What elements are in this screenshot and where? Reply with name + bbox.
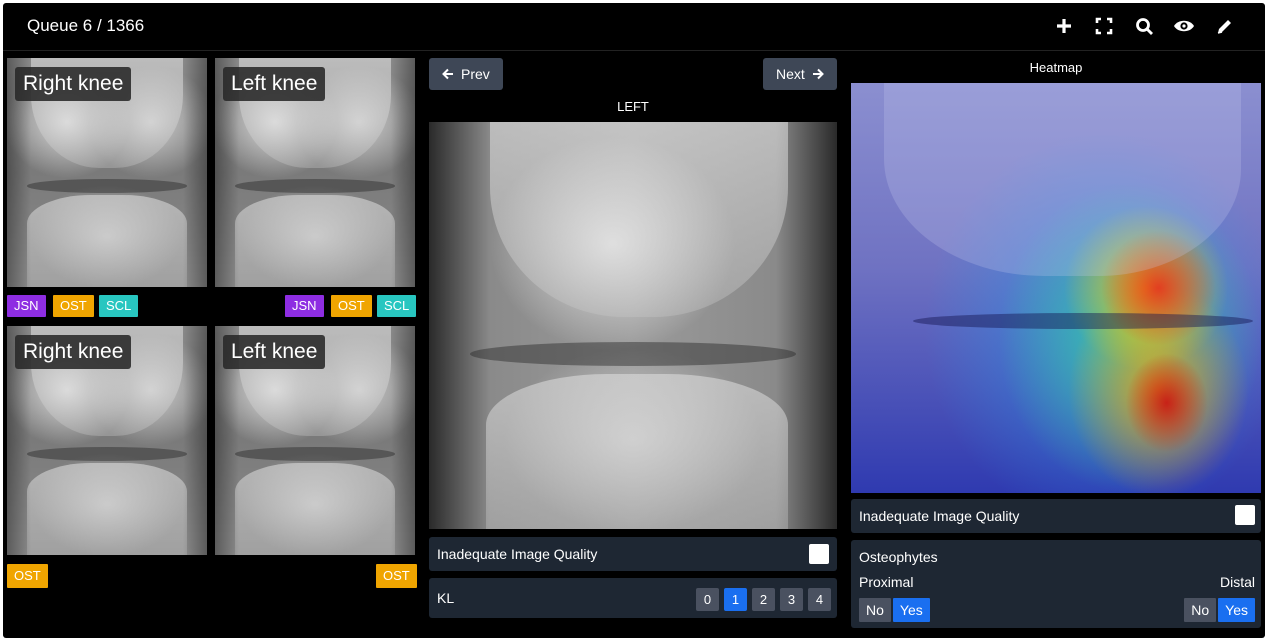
- kl-grade-4[interactable]: 4: [808, 588, 831, 611]
- jsn-tag[interactable]: JSN: [7, 295, 46, 317]
- main-xray-image[interactable]: [429, 122, 837, 529]
- prev-button[interactable]: Prev: [429, 58, 503, 90]
- distal-no-button[interactable]: No: [1184, 598, 1217, 622]
- proximal-toggle: No Yes: [859, 598, 930, 622]
- heatmap-title: Heatmap: [1029, 60, 1083, 75]
- scl-tag[interactable]: SCL: [99, 295, 139, 317]
- eye-icon[interactable]: [1173, 15, 1195, 37]
- kl-grade-selector: 0 1 2 3 4: [696, 588, 831, 611]
- heatmap-quality-panel: Inadequate Image Quality: [851, 499, 1261, 533]
- proximal-label: Proximal: [859, 574, 914, 590]
- ost-tag[interactable]: OST: [53, 295, 94, 317]
- prev-label: Prev: [461, 66, 490, 82]
- ost-tag[interactable]: OST: [376, 564, 417, 588]
- proximal-no-button[interactable]: No: [859, 598, 891, 622]
- kl-grade-0[interactable]: 0: [696, 588, 719, 611]
- osteophytes-panel: Osteophytes Proximal Distal No Yes No Ye…: [851, 540, 1261, 628]
- jsn-tag[interactable]: JSN: [285, 295, 324, 317]
- kl-grade-3[interactable]: 3: [780, 588, 803, 611]
- scl-tag[interactable]: SCL: [377, 295, 417, 317]
- kl-grade-2[interactable]: 2: [752, 588, 775, 611]
- thumbnail-left-knee-1[interactable]: Left knee: [215, 58, 415, 287]
- distal-toggle: No Yes: [1184, 598, 1255, 622]
- distal-label: Distal: [1219, 574, 1255, 590]
- quality-label: Inadequate Image Quality: [437, 546, 598, 562]
- queue-counter: Queue 6 / 1366: [27, 16, 145, 35]
- thumbnail-right-knee-2[interactable]: Right knee: [7, 326, 207, 555]
- heatmap-quality-label: Inadequate Image Quality: [859, 508, 1020, 524]
- thumbnail-label: Left knee: [223, 67, 326, 101]
- app-window: Queue 6 / 1366 Right knee Left knee JSN …: [3, 3, 1265, 638]
- thumbnail-right-knee-1[interactable]: Right knee: [7, 58, 207, 287]
- distal-yes-button[interactable]: Yes: [1218, 598, 1255, 622]
- proximal-yes-button[interactable]: Yes: [892, 598, 930, 622]
- quality-checkbox[interactable]: [809, 544, 829, 564]
- kl-grade-1[interactable]: 1: [724, 588, 747, 611]
- kl-label: KL: [437, 590, 455, 606]
- side-label: LEFT: [617, 99, 649, 114]
- search-icon[interactable]: [1133, 15, 1155, 37]
- thumbnail-label: Right knee: [15, 67, 132, 101]
- kl-panel: KL 0 1 2 3 4: [429, 578, 837, 618]
- fullscreen-icon[interactable]: [1093, 15, 1115, 37]
- osteophytes-label: Osteophytes: [859, 549, 938, 565]
- ost-tag[interactable]: OST: [7, 564, 48, 588]
- toolbar: [1053, 15, 1235, 37]
- thumbnail-label: Right knee: [15, 335, 132, 369]
- heatmap-quality-checkbox[interactable]: [1235, 505, 1255, 525]
- heatmap-image: [851, 83, 1261, 493]
- arrow-left-icon: [442, 68, 453, 80]
- ost-tag[interactable]: OST: [331, 295, 372, 317]
- thumbnail-left-knee-2[interactable]: Left knee: [215, 326, 415, 555]
- thumbnail-label: Left knee: [223, 335, 326, 369]
- pencil-icon[interactable]: [1213, 15, 1235, 37]
- next-button[interactable]: Next: [763, 58, 837, 90]
- next-label: Next: [776, 66, 805, 82]
- top-bar: Queue 6 / 1366: [3, 3, 1265, 51]
- plus-icon[interactable]: [1053, 15, 1075, 37]
- arrow-right-icon: [812, 68, 824, 80]
- quality-panel: Inadequate Image Quality: [429, 537, 837, 571]
